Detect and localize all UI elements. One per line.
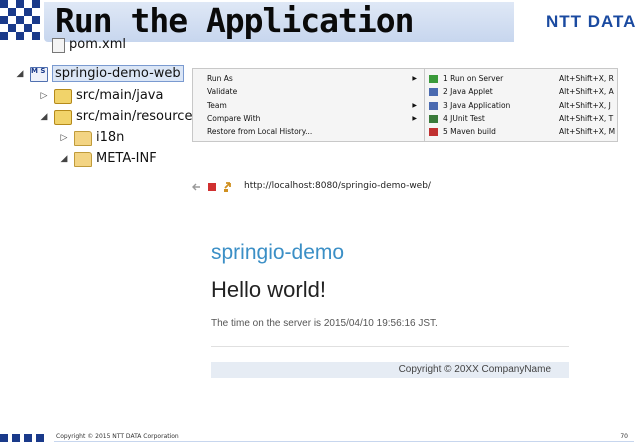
folder-icon — [74, 130, 92, 146]
tree-item-label: src/main/java — [76, 88, 164, 103]
maven-icon — [429, 128, 438, 136]
submenu-item-label: 4 JUnit Test — [443, 114, 485, 123]
expand-icon[interactable]: ◢ — [14, 64, 26, 84]
project-explorer: pom.xml ◢ M Sspringio-demo-web ▷ src/main/… — [0, 37, 200, 194]
shortcut-label: Alt+Shift+X, A — [559, 87, 614, 96]
shortcut-label: Alt+Shift+X, R — [559, 74, 614, 83]
source-folder-icon — [54, 109, 72, 125]
tree-item-pom[interactable]: pom.xml — [48, 35, 126, 55]
shortcut-label: Alt+Shift+X, T — [559, 114, 614, 123]
submenu-arrow-icon: ▶ — [412, 75, 417, 82]
stop-icon[interactable] — [207, 182, 217, 192]
tree-item-src-main-java[interactable]: ▷ src/main/java — [38, 86, 163, 106]
run-as-submenu: 1 Run on Server Alt+Shift+X, R 2 Java Ap… — [424, 68, 618, 142]
footer-copyright: Copyright © 20XX CompanyName — [398, 364, 551, 375]
server-run-icon — [429, 75, 438, 83]
submenu-item-label: 2 Java Applet — [443, 87, 493, 96]
submenu-item-label: 1 Run on Server — [443, 74, 504, 83]
tree-item-label: i18n — [96, 130, 125, 145]
menu-item-validate[interactable]: Validate — [193, 85, 425, 98]
menu-item-restore-local-history[interactable]: Restore from Local History... — [193, 125, 425, 138]
tree-item-label: META-INF — [96, 151, 157, 166]
tree-item-meta-inf[interactable]: ◢ META-INF — [58, 149, 157, 169]
site-title[interactable]: springio-demo — [211, 241, 344, 265]
junit-icon — [429, 115, 438, 123]
menu-item-compare-with[interactable]: Compare With ▶ — [193, 112, 425, 125]
submenu-item-maven-build[interactable]: 5 Maven build Alt+Shift+X, M — [425, 125, 617, 138]
go-arrow-icon[interactable] — [223, 181, 235, 193]
ntt-data-logo: NTT DATA — [546, 12, 637, 31]
submenu-item-junit-test[interactable]: 4 JUnit Test Alt+Shift+X, T — [425, 112, 617, 125]
menu-item-team[interactable]: Team ▶ — [193, 99, 425, 112]
submenu-item-java-application[interactable]: 3 Java Application Alt+Shift+X, J — [425, 99, 617, 112]
submenu-item-label: 3 Java Application — [443, 101, 511, 110]
collapse-icon[interactable]: ▷ — [38, 86, 50, 106]
context-menu: Run As ▶ Validate Team ▶ Compare With ▶ Res… — [192, 68, 426, 142]
submenu-item-label: 5 Maven build — [443, 127, 496, 136]
page-heading: Hello world! — [211, 277, 326, 302]
menu-item-label: Run As — [207, 74, 233, 83]
server-time-text: The time on the server is 2015/04/10 19:… — [211, 318, 438, 329]
submenu-arrow-icon: ▶ — [412, 102, 417, 109]
submenu-item-java-applet[interactable]: 2 Java Applet Alt+Shift+X, A — [425, 85, 617, 98]
shortcut-label: Alt+Shift+X, J — [559, 101, 611, 110]
menu-item-label: Restore from Local History... — [207, 127, 313, 136]
url-input[interactable]: http://localhost:8080/springio-demo-web/ — [244, 181, 431, 191]
submenu-item-run-on-server[interactable]: 1 Run on Server Alt+Shift+X, R — [425, 72, 617, 85]
menu-item-label: Team — [207, 101, 227, 110]
expand-icon[interactable]: ◢ — [38, 107, 50, 127]
tree-item-label: springio-demo-web — [52, 65, 184, 82]
menu-item-run-as[interactable]: Run As ▶ — [193, 72, 425, 85]
slide-footer: Copyright © 2015 NTT DATA Corporation 70 — [0, 432, 638, 442]
page-footer: Copyright © 20XX CompanyName — [211, 362, 569, 378]
source-folder-icon — [54, 88, 72, 104]
expand-icon[interactable]: ◢ — [58, 149, 70, 169]
divider — [211, 346, 569, 347]
browser-toolbar: http://localhost:8080/springio-demo-web/ — [189, 176, 571, 198]
maven-project-icon: M S — [30, 66, 48, 82]
xml-file-icon — [52, 37, 65, 53]
corner-pattern — [0, 0, 42, 42]
menu-item-label: Compare With — [207, 114, 261, 123]
web-page: springio-demo Hello world! The time on t… — [189, 199, 571, 385]
tree-item-project[interactable]: ◢ M Sspringio-demo-web — [14, 64, 184, 84]
java-application-icon — [429, 102, 438, 110]
slide-copyright: Copyright © 2015 NTT DATA Corporation — [56, 433, 179, 440]
page-number: 70 — [620, 433, 628, 440]
tree-item-label: src/main/resources — [76, 109, 200, 124]
menu-item-label: Validate — [207, 87, 238, 96]
tree-item-label: pom.xml — [69, 37, 126, 52]
tree-item-src-main-resources[interactable]: ◢ src/main/resources — [38, 107, 199, 127]
collapse-icon[interactable]: ▷ — [58, 128, 70, 148]
submenu-arrow-icon: ▶ — [412, 115, 417, 122]
tree-item-i18n[interactable]: ▷ i18n — [58, 128, 124, 148]
shortcut-label: Alt+Shift+X, M — [559, 127, 616, 136]
back-arrow-icon[interactable] — [191, 182, 201, 192]
java-applet-icon — [429, 88, 438, 96]
folder-icon — [74, 151, 92, 167]
